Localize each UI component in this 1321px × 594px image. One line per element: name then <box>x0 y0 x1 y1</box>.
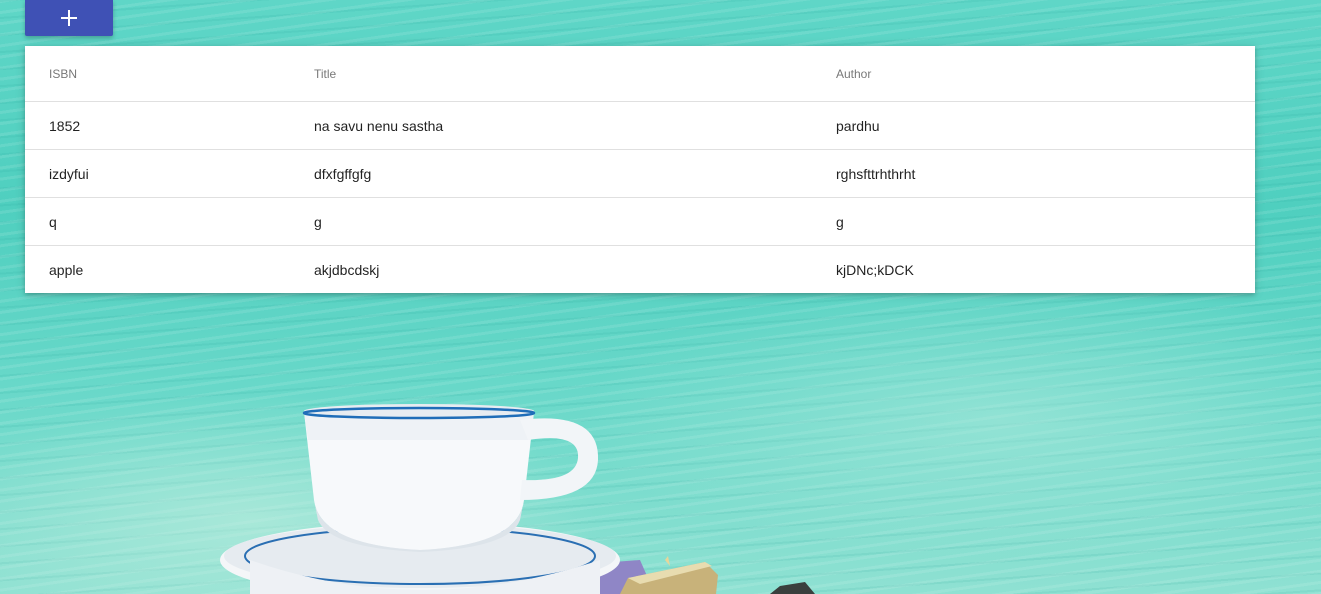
table-row[interactable]: q g g <box>25 197 1255 246</box>
cell-isbn: izdyfui <box>25 149 314 198</box>
column-header-isbn: ISBN <box>25 46 314 102</box>
table-row[interactable]: 1852 na savu nenu sastha pardhu <box>25 101 1255 150</box>
teacup-image <box>302 404 599 552</box>
add-book-button[interactable] <box>25 0 113 36</box>
cell-isbn: q <box>25 197 314 246</box>
plus-icon <box>61 10 77 26</box>
books-image <box>560 556 815 594</box>
cell-author: kjDNc;kDCK <box>836 261 914 278</box>
table-header-row: ISBN Title Author <box>25 46 1255 102</box>
books-table-card: ISBN Title Author 1852 na savu nenu sast… <box>25 46 1255 293</box>
cell-author: rghsfttrhthrht <box>836 149 1255 198</box>
books-table: ISBN Title Author 1852 na savu nenu sast… <box>25 46 1255 293</box>
saucer-image <box>220 522 620 594</box>
cell-author: pardhu <box>836 101 1255 150</box>
cell-title: akjdbcdskj <box>314 261 380 278</box>
cell-author: g <box>836 197 1255 246</box>
cell-title: dfxfgffgfg <box>314 149 836 198</box>
table-row[interactable]: izdyfui dfxfgffgfg rghsfttrhthrht <box>25 149 1255 198</box>
column-header-author: Author <box>836 46 1255 102</box>
cell-isbn: 1852 <box>25 101 314 150</box>
table-row[interactable]: apple akjdbcdskj kjDNc;kDCK <box>25 246 1255 294</box>
cell-title: na savu nenu sastha <box>314 101 836 150</box>
column-header-title: Title <box>314 46 836 102</box>
cell-title: g <box>314 197 836 246</box>
page-background: ISBN Title Author 1852 na savu nenu sast… <box>0 0 1321 594</box>
cell-isbn: apple <box>49 261 84 278</box>
